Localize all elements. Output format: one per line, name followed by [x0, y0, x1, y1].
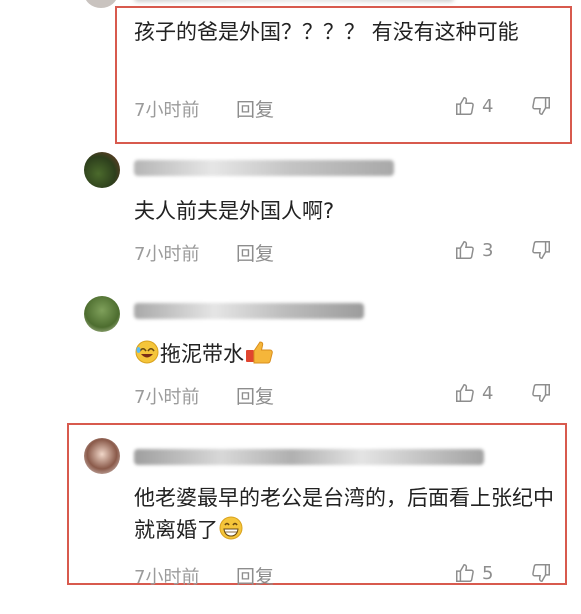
username[interactable] [134, 160, 394, 176]
thumbs-up-icon [456, 97, 474, 115]
thumbs-up-icon [456, 384, 474, 402]
username[interactable] [134, 0, 454, 2]
comment-text-content: 他老婆最早的老公是台湾的，后面看上张纪中就离婚了 [134, 486, 554, 542]
like-button[interactable]: 4 [454, 382, 493, 404]
like-button[interactable]: 3 [454, 239, 493, 261]
username[interactable] [134, 303, 364, 319]
avatar[interactable] [84, 0, 118, 8]
comment-time: 7小时前 [134, 244, 200, 265]
comment-time: 7小时前 [134, 100, 200, 121]
dislike-button[interactable] [530, 382, 552, 408]
like-count: 3 [482, 239, 494, 261]
dislike-button[interactable] [530, 95, 552, 121]
avatar[interactable] [84, 438, 120, 474]
thumbs-up-icon [456, 564, 474, 582]
thumbs-down-icon [532, 384, 550, 402]
reply-button[interactable]: 回复 [236, 239, 274, 266]
comment-text: 孩子的爸是外国？？？？ 有没有这种可能 [134, 20, 519, 44]
like-count: 5 [482, 562, 494, 584]
reply-button[interactable]: 回复 [236, 382, 274, 409]
avatar[interactable] [84, 296, 120, 332]
thumbs-up-icon [456, 241, 474, 259]
comment-text-content: 拖泥带水 [160, 342, 244, 366]
like-count: 4 [482, 95, 494, 117]
avatar[interactable] [84, 152, 120, 188]
comment-text: 夫人前夫是外国人啊? [134, 199, 335, 223]
comment-time: 7小时前 [134, 567, 200, 588]
like-button[interactable]: 4 [454, 95, 493, 117]
thumbs-down-icon [532, 564, 550, 582]
thumbs-down-icon [532, 97, 550, 115]
reply-button[interactable]: 回复 [236, 562, 274, 589]
laughing-emoji-icon [135, 340, 159, 364]
like-button[interactable]: 5 [454, 562, 493, 584]
comment-text: 他老婆最早的老公是台湾的，后面看上张纪中就离婚了 [134, 482, 559, 546]
thumbs-up-emoji-icon [246, 341, 273, 364]
comment-time: 7小时前 [134, 387, 200, 408]
comment-text: 拖泥带水 [134, 338, 564, 370]
grinning-emoji-icon [219, 516, 243, 540]
dislike-button[interactable] [530, 239, 552, 265]
dislike-button[interactable] [530, 562, 552, 588]
username[interactable] [134, 449, 484, 465]
like-count: 4 [482, 382, 494, 404]
thumbs-down-icon [532, 241, 550, 259]
reply-button[interactable]: 回复 [236, 95, 274, 122]
